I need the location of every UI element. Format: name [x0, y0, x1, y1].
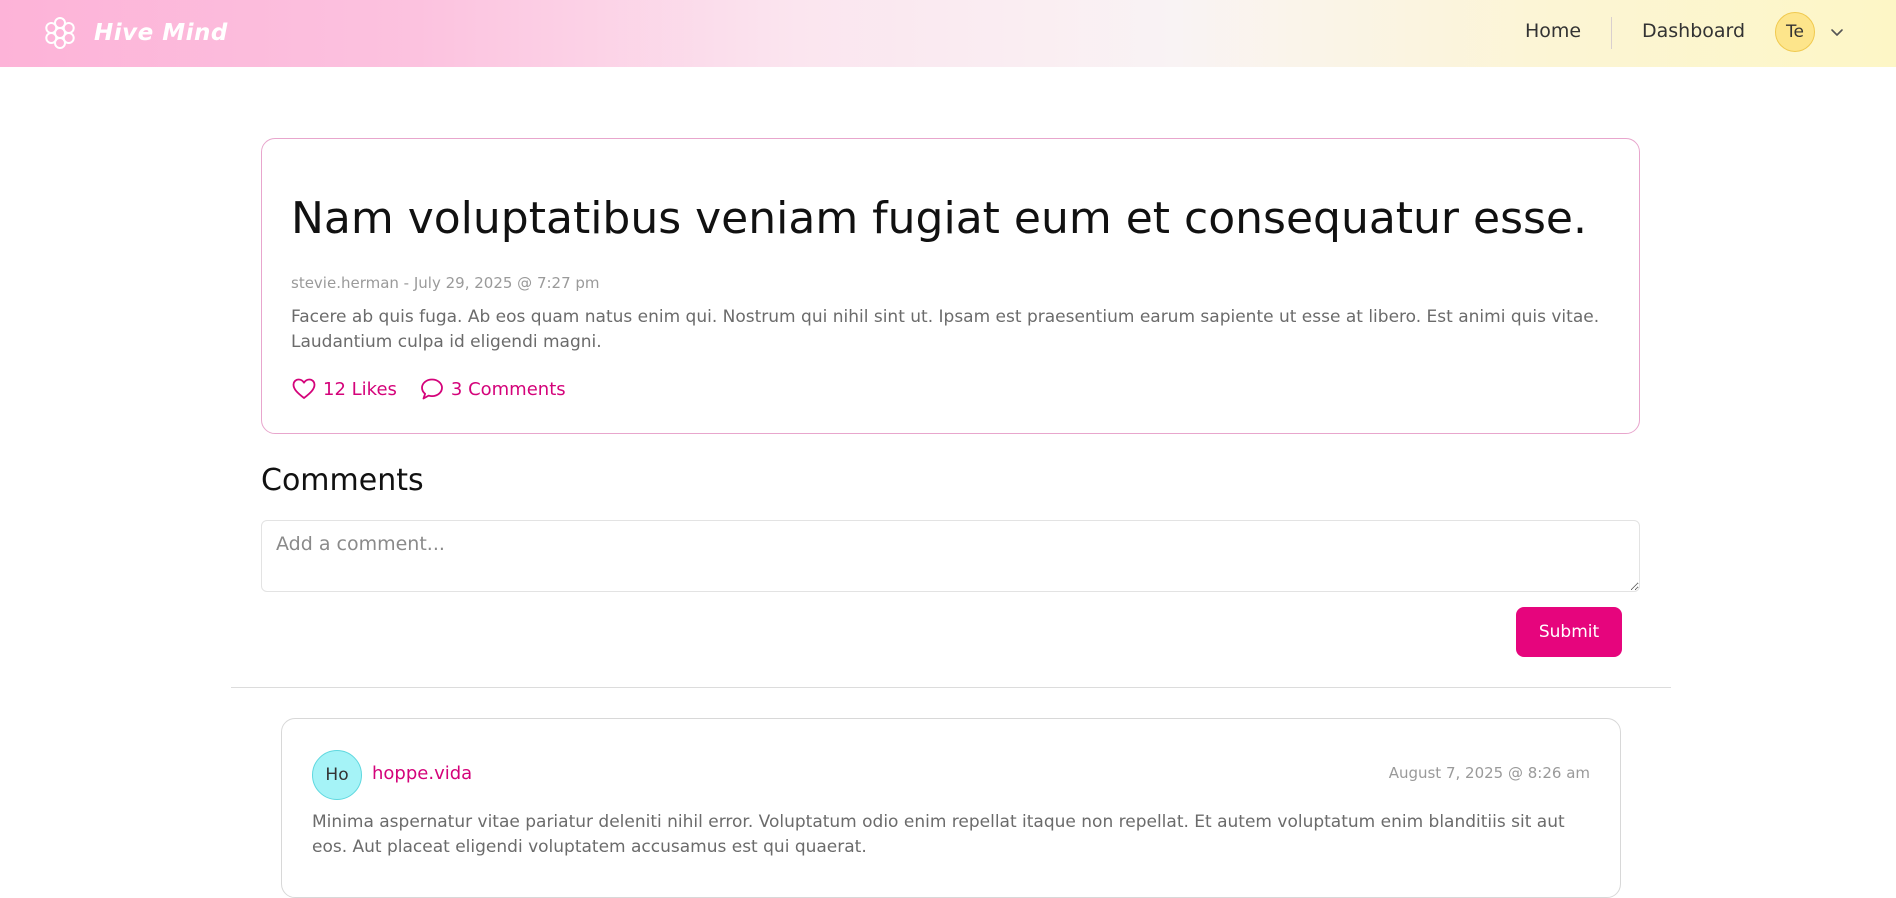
comments-count: 3 Comments — [450, 378, 566, 400]
likes-count: 12 Likes — [323, 378, 397, 400]
top-nav-bar: Hive Mind Home Dashboard Te — [0, 0, 1896, 67]
comments-link[interactable]: 3 Comments — [419, 376, 566, 402]
comment-input[interactable] — [261, 520, 1640, 592]
like-button[interactable]: 12 Likes — [291, 376, 397, 402]
comment-card: Ho hoppe.vida August 7, 2025 @ 8:26 am M… — [281, 718, 1621, 898]
user-avatar[interactable]: Te — [1775, 12, 1815, 52]
speech-bubble-icon — [420, 378, 443, 400]
post-actions: 12 Likes 3 Comments — [291, 376, 566, 402]
comment-body: Minima aspernatur vitae pariatur delenit… — [312, 812, 1565, 857]
nav-link-home[interactable]: Home — [1525, 20, 1581, 42]
comment-username[interactable]: hoppe.vida — [372, 763, 472, 784]
nav-divider — [1611, 17, 1612, 49]
heart-icon — [292, 378, 316, 399]
section-divider — [231, 687, 1671, 688]
comments-heading: Comments — [261, 463, 424, 498]
post-title: Nam voluptatibus veniam fugiat eum et co… — [291, 193, 1587, 245]
post-meta: stevie.herman - July 29, 2025 @ 7:27 pm — [291, 274, 600, 292]
chevron-down-icon[interactable] — [1828, 23, 1846, 41]
submit-button[interactable]: Submit — [1516, 607, 1622, 657]
flower-hex-icon — [45, 17, 75, 49]
post-card: Nam voluptatibus veniam fugiat eum et co… — [261, 138, 1640, 434]
post-body: Facere ab quis fuga. Ab eos quam natus e… — [291, 307, 1600, 352]
brand-name: Hive Mind — [94, 20, 228, 46]
nav-link-dashboard[interactable]: Dashboard — [1642, 20, 1745, 42]
comment-date: August 7, 2025 @ 8:26 am — [1388, 764, 1590, 782]
comment-avatar[interactable]: Ho — [312, 750, 362, 800]
brand-logo[interactable]: Hive Mind — [42, 14, 228, 52]
